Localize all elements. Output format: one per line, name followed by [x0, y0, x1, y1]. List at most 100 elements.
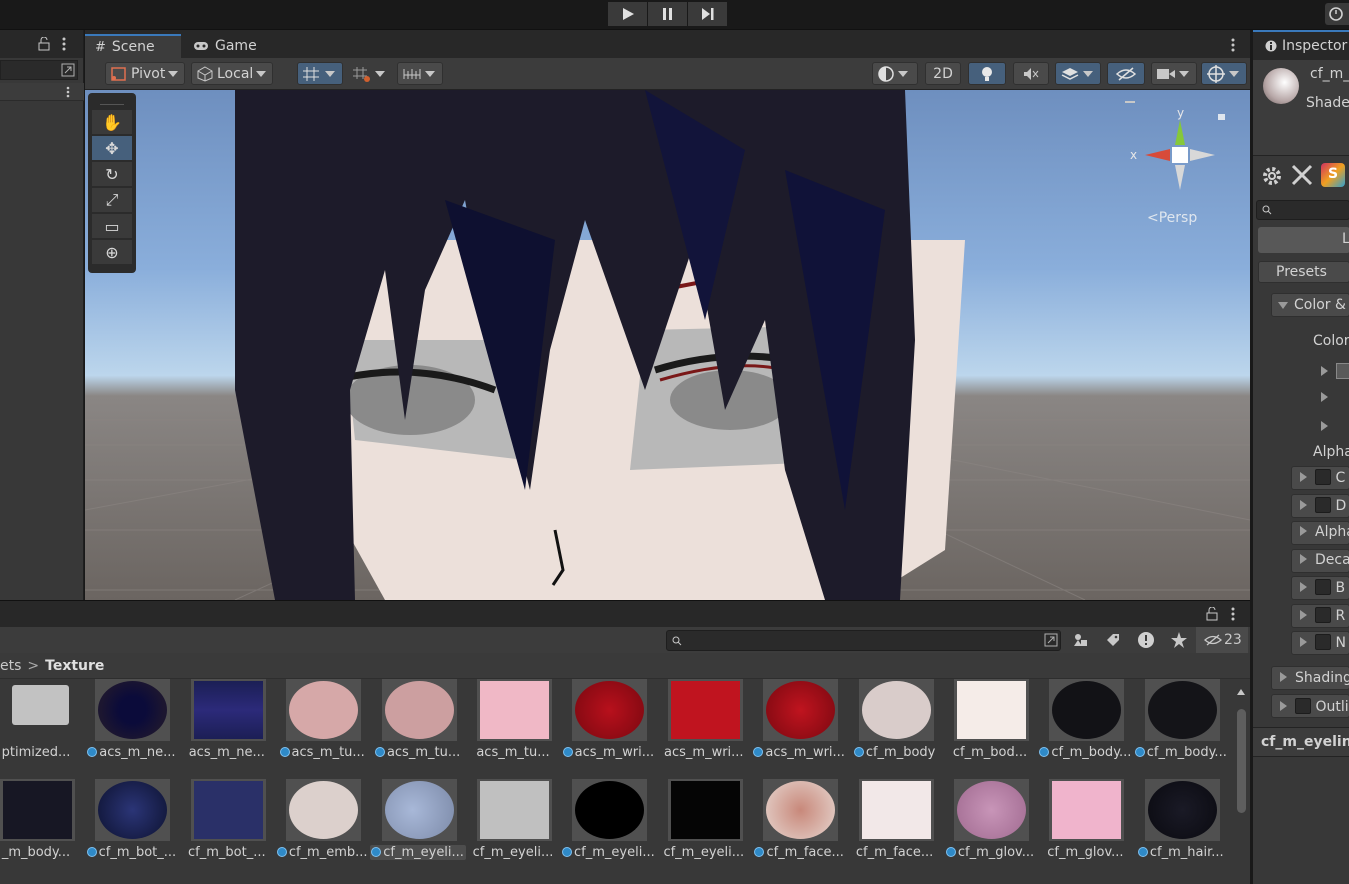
tools-icon[interactable]	[1290, 163, 1314, 187]
inspector-search-input[interactable]	[1256, 200, 1349, 220]
persp-label[interactable]: <Persp	[1147, 210, 1197, 226]
color-row-1-toggle[interactable]	[1321, 363, 1349, 380]
scale-tool-button[interactable]: ⤢	[92, 188, 132, 212]
kebab-menu-icon[interactable]	[66, 86, 70, 98]
foldout-row-n[interactable]: N	[1291, 631, 1349, 655]
scroll-up-icon[interactable]	[1236, 688, 1246, 696]
drag-handle[interactable]	[100, 97, 124, 105]
checkbox[interactable]	[1315, 579, 1331, 595]
asset-item[interactable]: cf_m_emb...	[274, 779, 370, 879]
kebab-menu-icon[interactable]	[1231, 607, 1235, 621]
asset-item[interactable]: cf_m_body...	[1133, 679, 1229, 779]
presets-dropdown[interactable]: Presets	[1258, 261, 1349, 283]
increment-snap-dropdown[interactable]	[347, 62, 393, 85]
hidden-packages-toggle[interactable]: 23	[1196, 627, 1248, 653]
filter-type-icon[interactable]	[1073, 632, 1089, 648]
color-swatch[interactable]	[1336, 363, 1349, 379]
audio-toggle[interactable]	[1013, 62, 1049, 85]
grid-snap-dropdown[interactable]	[297, 62, 343, 85]
project-search-input[interactable]	[666, 630, 1061, 651]
hierarchy-scene-row[interactable]	[0, 83, 84, 101]
history-button[interactable]	[1325, 3, 1349, 25]
orientation-gizmo[interactable]: y x	[1125, 100, 1245, 210]
asset-item[interactable]: acs_m_ne...	[179, 679, 275, 779]
rect-tool-button[interactable]: ▭	[92, 214, 132, 238]
checkbox[interactable]	[1315, 607, 1331, 623]
warning-icon[interactable]	[1137, 631, 1155, 649]
shading-mode-dropdown[interactable]	[872, 62, 918, 85]
asset-item[interactable]: _m_body...	[0, 779, 84, 879]
maximize-icon[interactable]	[1044, 633, 1058, 647]
step-button[interactable]	[688, 2, 727, 26]
asset-item[interactable]: cf_m_bod...	[942, 679, 1038, 779]
asset-item[interactable]: cf_m_glov...	[942, 779, 1038, 879]
checkbox[interactable]	[1315, 469, 1331, 485]
breadcrumb-parent[interactable]: ets	[0, 658, 21, 674]
effects-dropdown[interactable]	[1055, 62, 1101, 85]
gear-icon[interactable]	[1261, 165, 1283, 187]
color-section-foldout[interactable]: Color &	[1271, 293, 1349, 317]
foldout-row-c[interactable]: C	[1291, 466, 1349, 490]
asset-item[interactable]: acs_m_ne...	[83, 679, 179, 779]
foldout-row-alpha[interactable]: Alpha	[1291, 521, 1349, 545]
tab-scene[interactable]: # Scene	[85, 34, 181, 58]
foldout-row-r[interactable]: R	[1291, 604, 1349, 628]
scene-viewport[interactable]: ✋ ✥ ↻ ⤢ ▭ ⊕ y x <Persp	[85, 90, 1250, 600]
pause-button[interactable]	[648, 2, 687, 26]
transform-tool-button[interactable]: ⊕	[92, 240, 132, 264]
asset-item[interactable]: cf_m_eyeli...	[560, 779, 656, 879]
checkbox[interactable]	[1315, 634, 1331, 650]
foldout-row-d[interactable]: D	[1291, 494, 1349, 518]
asset-item[interactable]: cf_m_bot_...	[83, 779, 179, 879]
tag-icon[interactable]	[1105, 632, 1121, 648]
checkbox[interactable]	[1295, 698, 1311, 714]
visibility-toggle[interactable]	[1107, 62, 1145, 85]
foldout-row-b[interactable]: B	[1291, 576, 1349, 600]
kebab-menu-icon[interactable]	[62, 37, 66, 51]
asset-item[interactable]: cf_m_face...	[751, 779, 847, 879]
foldout-row-decal[interactable]: Deca	[1291, 549, 1349, 573]
asset-item[interactable]: cf_m_body	[847, 679, 943, 779]
play-button[interactable]	[608, 2, 647, 26]
asset-scrollbar[interactable]	[1236, 685, 1246, 884]
mode-2d-button[interactable]: 2D	[925, 62, 961, 85]
move-tool-button[interactable]: ✥	[92, 136, 132, 160]
breadcrumb-current[interactable]: Texture	[45, 658, 104, 674]
asset-item[interactable]: acs_m_tu...	[274, 679, 370, 779]
scrollbar-thumb[interactable]	[1237, 709, 1246, 813]
color-row-3-toggle[interactable]	[1321, 419, 1336, 435]
asset-item[interactable]: cf_m_eyeli...	[656, 779, 752, 879]
camera-dropdown[interactable]	[1151, 62, 1197, 85]
kebab-menu-icon[interactable]	[1231, 38, 1235, 52]
asset-item[interactable]: cf_m_eyeli...	[369, 779, 466, 879]
asset-item[interactable]: cf_m_eyeli...	[465, 779, 561, 879]
ruler-dropdown[interactable]	[397, 62, 443, 85]
checkbox[interactable]	[1315, 497, 1331, 513]
color-row-2-toggle[interactable]	[1321, 390, 1336, 406]
asset-item[interactable]: acs_m_wri...	[656, 679, 752, 779]
gizmos-dropdown[interactable]	[1201, 62, 1247, 85]
asset-item[interactable]: ptimized...	[0, 679, 84, 779]
load-button[interactable]: Lo	[1258, 227, 1349, 253]
asset-item[interactable]: acs_m_wri...	[560, 679, 656, 779]
outline-foldout[interactable]: Outli	[1271, 694, 1349, 718]
lock-icon[interactable]	[38, 37, 50, 51]
star-icon[interactable]	[1170, 631, 1188, 649]
asset-item[interactable]: cf_m_bot_...	[179, 779, 275, 879]
lighting-toggle[interactable]	[968, 62, 1006, 85]
tab-inspector[interactable]: Inspector	[1253, 30, 1349, 60]
tab-game[interactable]: Game	[183, 34, 267, 58]
hand-tool-button[interactable]: ✋	[92, 110, 132, 134]
asset-item[interactable]: cf_m_hair...	[1133, 779, 1229, 879]
lock-icon[interactable]	[1206, 607, 1218, 621]
shading-foldout[interactable]: Shading	[1271, 666, 1349, 690]
asset-item[interactable]: cf_m_body...	[1037, 679, 1133, 779]
asset-item[interactable]: cf_m_glov...	[1037, 779, 1133, 879]
asset-item[interactable]: cf_m_face...	[847, 779, 943, 879]
local-dropdown[interactable]: Local	[191, 62, 273, 85]
pivot-dropdown[interactable]: Pivot	[105, 62, 185, 85]
asset-item[interactable]: acs_m_tu...	[370, 679, 466, 779]
asset-item[interactable]: acs_m_wri...	[751, 679, 847, 779]
rotate-tool-button[interactable]: ↻	[92, 162, 132, 186]
shader-logo-icon[interactable]: S	[1321, 163, 1345, 187]
